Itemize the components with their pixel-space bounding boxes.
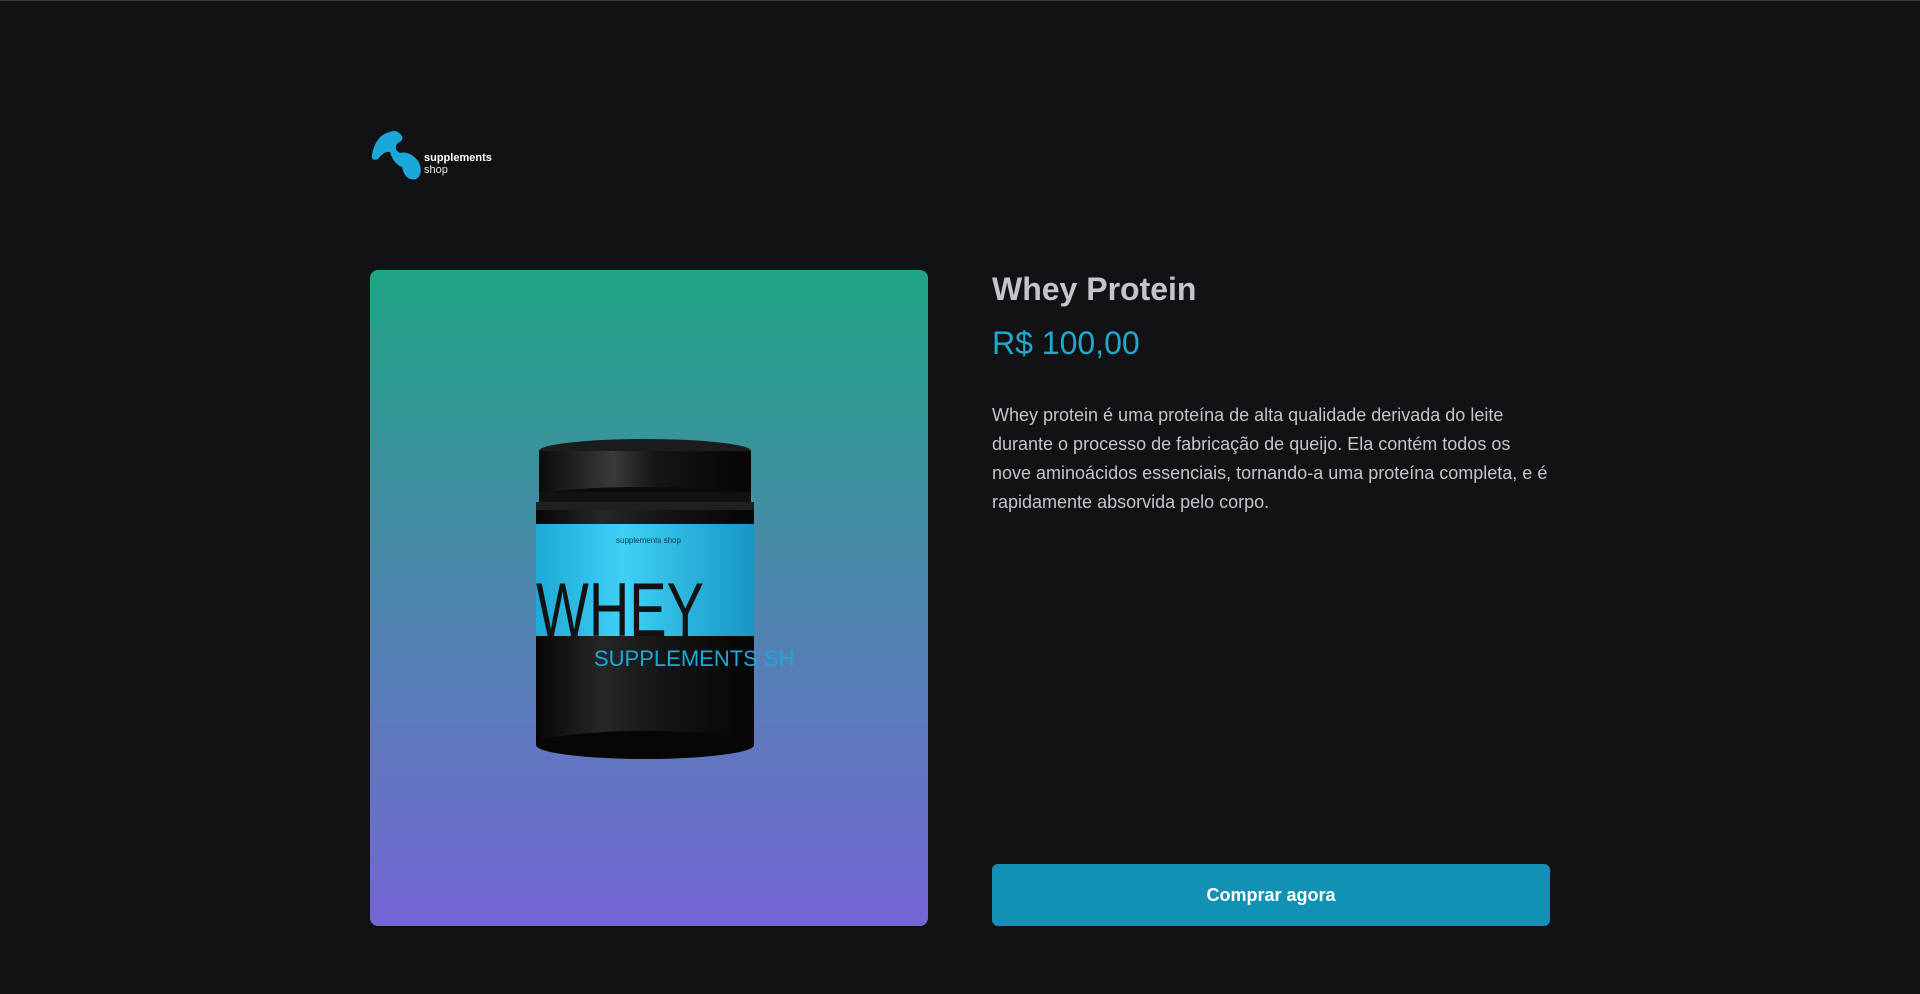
buy-now-button[interactable]: Comprar agora (992, 864, 1550, 926)
logo-line-2: shop (424, 164, 448, 176)
logo-text: supplements shop (424, 152, 492, 176)
jar-brand-text: supplements shop (616, 536, 681, 545)
product-image: supplements shop WHEY SUPPLEMENTS SH (370, 270, 928, 926)
logo[interactable]: supplements shop (370, 129, 492, 185)
jar-subtitle-text: SUPPLEMENTS SH (594, 646, 795, 671)
product-title: Whey Protein (992, 271, 1197, 307)
logo-line-1: supplements (424, 152, 492, 164)
jar-title-text: WHEY (536, 568, 704, 653)
product-page: supplements shop supplements shop WHEY S… (0, 0, 1920, 994)
flexed-arm-icon (370, 129, 422, 185)
product-price: R$ 100,00 (992, 325, 1140, 361)
product-details: Whey Protein R$ 100,00 Whey protein é um… (992, 270, 1550, 926)
product-description: Whey protein é uma proteína de alta qual… (992, 405, 1548, 512)
whey-jar-image: supplements shop WHEY SUPPLEMENTS SH (536, 439, 795, 759)
